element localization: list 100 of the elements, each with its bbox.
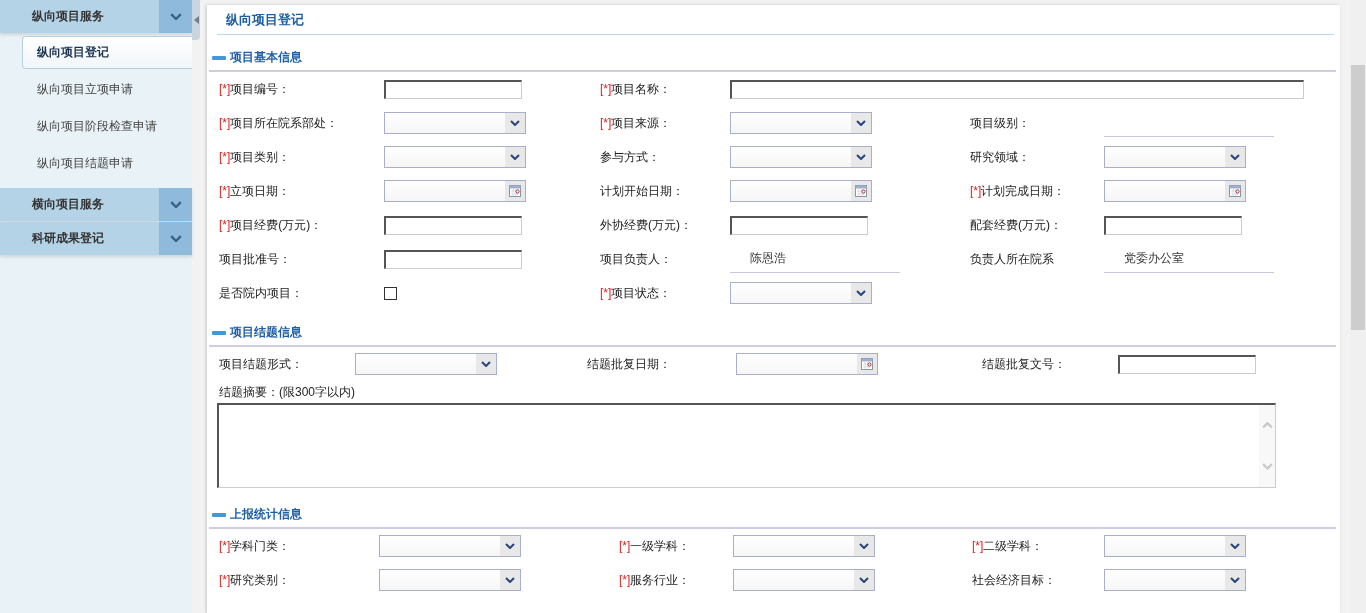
chevron-down-icon (169, 200, 182, 209)
calendar-icon (1229, 185, 1241, 197)
date-field[interactable] (384, 180, 526, 202)
menu-item[interactable]: 纵向项目结题申请 (22, 147, 192, 180)
minus-icon[interactable] (212, 330, 226, 335)
field-label: 项目负责人： (600, 250, 672, 268)
text-input[interactable] (1104, 215, 1242, 235)
calendar-icon (509, 185, 521, 197)
required-mark: [*] (219, 184, 231, 198)
chevron-down-icon (510, 120, 520, 126)
required-mark: [*] (219, 150, 231, 164)
field-label: 配套经费(万元)： (970, 216, 1062, 234)
select-field[interactable] (733, 569, 875, 591)
select-field[interactable] (384, 146, 526, 168)
field-label: 项目来源： (611, 114, 672, 132)
menu-item[interactable]: 纵向项目阶段检查申请 (22, 110, 192, 143)
scrollbar-thumb[interactable] (1351, 65, 1365, 330)
text-input[interactable] (1118, 354, 1256, 374)
required-mark: [*] (970, 184, 982, 198)
chevron-down-icon (510, 154, 520, 160)
field-label: 项目所在院系部处： (230, 114, 339, 132)
section-title: 上报统计信息 (230, 506, 302, 523)
field-label: 项目编号： (230, 80, 291, 98)
select-field[interactable] (355, 353, 497, 375)
chevron-down-icon (856, 290, 866, 296)
chevron-down-icon (1230, 154, 1240, 160)
required-mark: [*] (619, 539, 631, 553)
required-mark: [*] (619, 573, 631, 587)
menu-item[interactable]: 纵向项目立项申请 (22, 73, 192, 106)
chevron-down-icon (505, 577, 515, 583)
select-field[interactable] (379, 569, 521, 591)
required-mark: [*] (600, 82, 612, 96)
checkbox[interactable] (384, 286, 397, 300)
select-field[interactable] (384, 112, 526, 134)
select-field[interactable] (1104, 569, 1246, 591)
field-label: 社会经济目标： (972, 571, 1056, 589)
chevron-down-icon (169, 12, 182, 21)
required-mark: [*] (219, 116, 231, 130)
chevron-down-icon (859, 543, 869, 549)
date-field[interactable] (1104, 180, 1246, 202)
required-mark: [*] (219, 539, 231, 553)
date-field[interactable] (736, 353, 878, 375)
field-value: 陈恩浩 (730, 245, 900, 273)
select-field[interactable] (730, 146, 872, 168)
text-input[interactable] (384, 79, 522, 99)
chevron-down-icon (856, 120, 866, 126)
menu-item[interactable]: 纵向项目登记 (22, 36, 192, 69)
menu-group-header[interactable]: 纵向项目服务 (0, 0, 192, 33)
date-field[interactable] (730, 180, 872, 202)
menu-group-header[interactable]: 横向项目服务 (0, 188, 192, 221)
text-input[interactable] (384, 249, 522, 269)
chevron-down-icon (1230, 577, 1240, 583)
field-label: 研究领域： (970, 148, 1030, 166)
triangle-left-icon (193, 16, 199, 24)
required-mark: [*] (219, 82, 231, 96)
field-label: 项目批准号： (219, 250, 291, 268)
chevron-down-icon (481, 361, 491, 367)
section-title: 项目结题信息 (230, 324, 302, 341)
required-mark: [*] (600, 116, 612, 130)
field-label: 立项日期： (230, 182, 291, 200)
field-label: 学科门类： (230, 537, 291, 555)
text-input[interactable] (730, 79, 1304, 99)
minus-icon[interactable] (212, 55, 226, 60)
calendar-icon (861, 358, 873, 370)
chevron-down-icon (856, 154, 866, 160)
select-field[interactable] (379, 535, 521, 557)
required-mark: [*] (600, 286, 612, 300)
field-label: 结题批复日期： (587, 355, 671, 373)
select-field[interactable] (733, 535, 875, 557)
field-label: 外协经费(万元)： (600, 216, 692, 234)
chevron-down-icon (859, 577, 869, 583)
field-label: 参与方式： (600, 148, 660, 166)
select-field[interactable] (1104, 535, 1246, 557)
calendar-icon (855, 185, 867, 197)
panel-title: 纵向项目登记 (226, 12, 304, 27)
textarea-field[interactable] (217, 403, 1276, 488)
field-label: 项目类别： (230, 148, 291, 166)
select-field[interactable] (730, 282, 872, 304)
select-field[interactable] (1104, 146, 1246, 168)
chevron-down-icon (169, 234, 182, 243)
section-title: 项目基本信息 (230, 49, 302, 66)
menu-group-header[interactable]: 科研成果登记 (0, 222, 192, 255)
required-mark: [*] (219, 218, 231, 232)
text-input[interactable] (384, 215, 522, 235)
field-label: 项目结题形式： (219, 355, 303, 373)
field-label: 一级学科： (630, 537, 691, 555)
field-label: 研究类别： (230, 571, 291, 589)
chevron-down-icon (1230, 543, 1240, 549)
field-label: 结题批复文号： (982, 355, 1066, 373)
chevron-up-icon (1261, 422, 1273, 429)
field-value: 党委办公室 (1104, 245, 1274, 273)
field-label: 是否院内项目： (219, 284, 303, 302)
field-label: 计划完成日期： (981, 182, 1066, 200)
field-label: 项目经费(万元)： (230, 216, 323, 234)
text-input[interactable] (730, 215, 868, 235)
chevron-down-icon (505, 543, 515, 549)
field-label: 结题摘要：(限300字以内) (219, 383, 355, 401)
minus-icon[interactable] (212, 512, 226, 517)
collapse-handle[interactable] (192, 0, 200, 40)
select-field[interactable] (730, 112, 872, 134)
